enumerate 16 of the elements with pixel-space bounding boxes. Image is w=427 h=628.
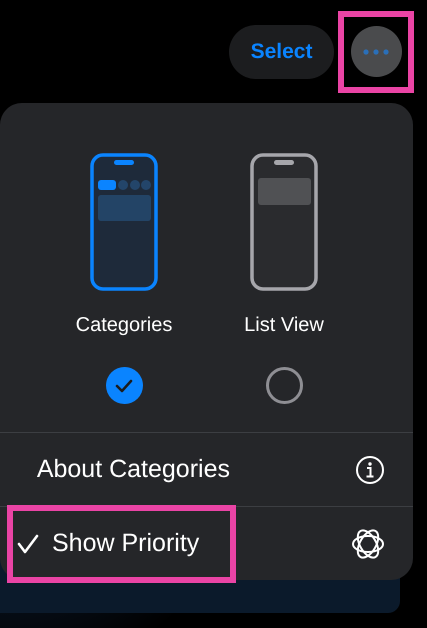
more-icon <box>363 48 389 54</box>
more-button[interactable] <box>350 26 402 77</box>
flower-outline-icon <box>351 526 385 560</box>
phone-layout-icon <box>250 153 318 291</box>
menu-item-label: Show Priority <box>52 529 200 558</box>
view-option-label: List View <box>244 314 324 337</box>
menu-item-label: About Categories <box>36 455 230 484</box>
view-option-label: Categories <box>76 314 172 337</box>
menu-item[interactable]: Show Priority <box>0 507 413 580</box>
radio-button[interactable] <box>266 367 302 404</box>
radio-button[interactable] <box>106 367 142 404</box>
select-button[interactable]: Select <box>229 24 334 78</box>
checkmark-icon <box>114 378 134 394</box>
phone-layout-icon <box>90 153 158 291</box>
info-icon <box>355 454 385 484</box>
menu-item[interactable]: About Categories <box>0 433 413 507</box>
